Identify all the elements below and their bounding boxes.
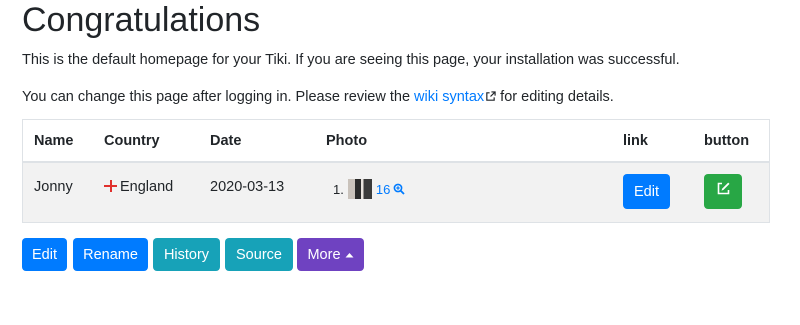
country-label: England: [120, 179, 174, 195]
rename-button[interactable]: Rename: [73, 238, 148, 271]
photo-thumbnail[interactable]: [347, 179, 372, 199]
source-button[interactable]: Source: [225, 238, 293, 271]
page: Congratulations This is the default home…: [0, 0, 800, 325]
zoom-in-icon[interactable]: [393, 183, 405, 195]
edit-square-icon: [717, 182, 729, 195]
more-button[interactable]: More: [297, 238, 364, 271]
row-edit-link-button[interactable]: Edit: [623, 174, 670, 209]
more-button-label: More: [307, 246, 341, 263]
change-text-before: You can change this page after logging i…: [22, 89, 415, 105]
column-header-button[interactable]: button: [704, 133, 749, 149]
table-row: Jonny England 2020-03-13 1. 16 Edit: [23, 163, 769, 222]
column-header-name[interactable]: Name: [34, 133, 74, 149]
cell-photo: 1. 16: [333, 179, 405, 199]
wiki-syntax-link[interactable]: wiki syntax: [414, 89, 484, 105]
table-header: Name Country Date Photo link button: [23, 120, 769, 163]
column-header-photo[interactable]: Photo: [326, 133, 367, 149]
cell-date: 2020-03-13: [210, 179, 285, 195]
edit-button[interactable]: Edit: [22, 238, 67, 271]
change-page-text: You can change this page after logging i…: [22, 87, 614, 107]
photo-count-link[interactable]: 16: [376, 182, 390, 197]
page-title: Congratulations: [22, 1, 261, 39]
row-edit-icon-button[interactable]: [704, 174, 742, 209]
photo-index: 1.: [333, 182, 344, 197]
column-header-country[interactable]: Country: [104, 133, 160, 149]
change-text-after: for editing details.: [496, 89, 614, 105]
column-header-link[interactable]: link: [623, 133, 648, 149]
cell-name: Jonny: [34, 179, 73, 195]
intro-text: This is the default homepage for your Ti…: [22, 52, 680, 68]
england-flag-icon: [104, 180, 117, 192]
history-button[interactable]: History: [153, 238, 220, 271]
cell-country: England: [104, 179, 173, 195]
column-header-date[interactable]: Date: [210, 133, 241, 149]
caret-up-icon: [345, 252, 354, 257]
external-link-icon: [486, 91, 496, 101]
data-table: Name Country Date Photo link button Jonn…: [22, 119, 770, 223]
